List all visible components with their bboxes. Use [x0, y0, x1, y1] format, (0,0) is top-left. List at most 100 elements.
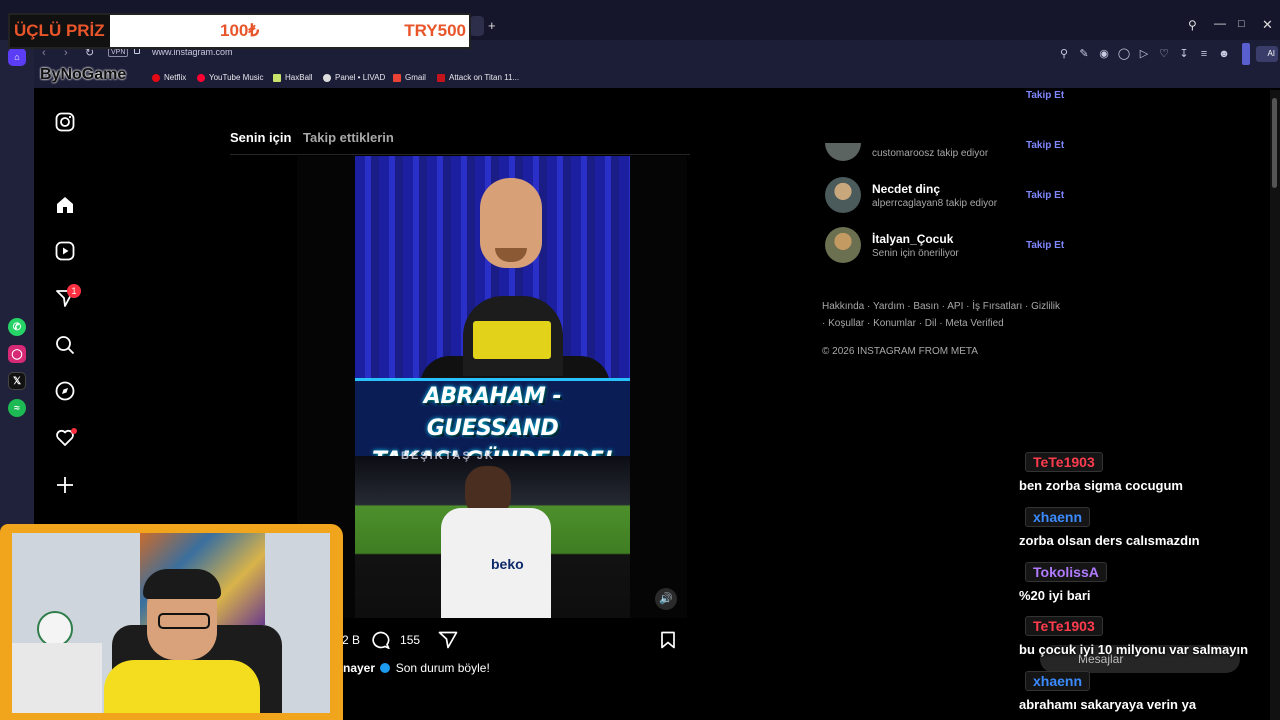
create-icon[interactable]	[54, 474, 76, 496]
bookmark-netflix[interactable]: Netflix	[152, 73, 186, 82]
bookmark-youtube-music[interactable]: YouTube Music	[197, 73, 264, 82]
edit-icon[interactable]: ✎	[1077, 47, 1091, 61]
notification-badge: 1	[67, 284, 81, 298]
shield-icon[interactable]: ◯	[1117, 47, 1131, 61]
mute-toggle-icon[interactable]: 🔊	[655, 588, 677, 610]
instagram-logo-icon[interactable]	[54, 111, 76, 133]
suggestion-item: Necdet dinç alperrcaglayan8 takip ediyor	[825, 177, 997, 213]
haxball-icon	[273, 73, 281, 82]
minimize-icon[interactable]: —	[1214, 16, 1226, 30]
close-window-icon[interactable]: ✕	[1262, 17, 1273, 33]
post-author[interactable]: nayer	[343, 661, 375, 675]
streamer-glasses	[158, 613, 210, 629]
verified-icon	[380, 663, 391, 673]
bookmark-haxball[interactable]: HaxBall	[273, 73, 313, 82]
post-caption: nayer Son durum böyle!	[343, 661, 490, 675]
new-tab-icon[interactable]: +	[488, 18, 496, 33]
suggestion-subtitle: Senin için öneriliyor	[872, 247, 959, 259]
chat-username[interactable]: xhaenn	[1025, 671, 1091, 691]
gmail-icon	[393, 73, 401, 82]
instagram-app-icon[interactable]: ◯	[8, 345, 26, 363]
home-icon[interactable]	[54, 194, 76, 216]
bookmark-attack-on-titan[interactable]: Attack on Titan 11...	[437, 73, 519, 82]
follow-button[interactable]: Takip Et	[1026, 240, 1064, 251]
video-frame: ABRAHAM - GUESSAND TAKASI GÜNDEMDE! BEŞİ…	[355, 156, 630, 618]
explore-icon[interactable]	[54, 380, 76, 402]
promo-banner: ÜÇLÜ PRİZ 100₺ TRY500	[8, 13, 471, 49]
chat-message: %20 iyi bari	[1019, 588, 1091, 603]
copyright: © 2026 INSTAGRAM FROM META	[822, 346, 978, 357]
scrollbar[interactable]	[1270, 90, 1280, 720]
search-icon[interactable]: ⚲	[1057, 47, 1071, 61]
divider	[230, 154, 690, 155]
promo-product: ÜÇLÜ PRİZ	[10, 15, 110, 47]
streamer-watermark: ByNoGame	[40, 66, 127, 83]
chat-message: abrahamı sakaryaya verin ya	[1019, 697, 1197, 712]
browser-search-icon[interactable]: ⚲	[1188, 18, 1197, 32]
share-icon[interactable]	[438, 631, 458, 649]
suggestion-item: İtalyan_Çocuk Senin için öneriliyor	[825, 227, 959, 263]
ai-button[interactable]: AI	[1256, 46, 1278, 62]
suggestion-avatar[interactable]	[825, 227, 861, 263]
video-caption-box: ABRAHAM - GUESSAND TAKASI GÜNDEMDE!	[355, 378, 630, 473]
webcam-feed	[12, 533, 330, 713]
promo-old-price: 100₺	[220, 21, 260, 40]
like-count[interactable]: 2 B	[342, 633, 360, 647]
chat-message: bu çocuk iyi 10 milyonu var salmayın	[1019, 642, 1249, 657]
chat-username[interactable]: TeTe1903	[1025, 452, 1103, 472]
tab-for-you[interactable]: Senin için	[230, 130, 291, 145]
shelf	[12, 643, 102, 713]
football	[37, 611, 73, 647]
vpn-badge[interactable]: VPN	[108, 48, 129, 57]
reels-icon[interactable]	[54, 240, 76, 262]
maximize-icon[interactable]: □	[1238, 18, 1245, 30]
play-icon[interactable]: ▷	[1137, 47, 1151, 61]
chat-username[interactable]: TeTe1903	[1025, 616, 1103, 636]
post-caption-text: Son durum böyle!	[395, 661, 490, 675]
footer-links[interactable]: Hakkında · Yardım · Basın · API · İş Fır…	[822, 298, 1062, 332]
chat-message: ben zorba sigma cocugum	[1019, 478, 1183, 493]
scrollbar-thumb[interactable]	[1272, 98, 1277, 188]
feed-tabs: Senin için Takip ettiklerin	[230, 130, 402, 145]
camera-icon[interactable]: ◉	[1097, 47, 1111, 61]
suggestion-subtitle: customaroosz takip ediyor	[872, 148, 989, 159]
search-nav-icon[interactable]	[54, 334, 76, 356]
profile-icon[interactable]: ☻	[1217, 47, 1231, 61]
bookmark-gmail[interactable]: Gmail	[393, 73, 426, 82]
notification-dot	[71, 428, 77, 434]
comment-icon[interactable]	[370, 631, 390, 649]
suggestion-subtitle: alperrcaglayan8 takip ediyor	[872, 197, 998, 209]
bookmark-panel-livad[interactable]: Panel • LIVAD	[323, 73, 385, 82]
spotify-icon[interactable]: ≈	[8, 399, 26, 417]
stadium-text: BEŞİKTAŞ JK	[401, 450, 495, 462]
suggestion-name[interactable]: İtalyan_Çocuk	[872, 232, 959, 246]
home-workspace-icon[interactable]: ⌂	[8, 48, 26, 66]
suggestion-avatar[interactable]	[825, 143, 861, 161]
aria-sidebar-handle[interactable]	[1242, 43, 1250, 65]
jersey-sponsor: beko	[491, 556, 524, 572]
comment-count[interactable]: 155	[400, 633, 420, 647]
netflix-icon	[152, 73, 160, 82]
whatsapp-icon[interactable]: ✆	[8, 318, 26, 336]
browser-tab[interactable]	[470, 16, 484, 36]
follow-button[interactable]: Takip Et	[1026, 140, 1064, 151]
x-app-icon[interactable]: 𝕏	[8, 372, 26, 390]
menu-icon[interactable]: ≡	[1197, 47, 1211, 61]
suggestion-name[interactable]: Necdet dinç	[872, 182, 997, 196]
video-caption-line1: ABRAHAM - GUESSAND	[423, 384, 562, 441]
heart-icon[interactable]: ♡	[1157, 47, 1171, 61]
attack-on-titan-icon	[437, 73, 445, 82]
chat-message: zorba olsan ders calısmazdın	[1019, 533, 1200, 548]
streamer-hoodie	[104, 660, 260, 713]
save-bookmark-icon[interactable]	[660, 631, 676, 654]
download-icon[interactable]: ↧	[1177, 47, 1191, 61]
chat-username[interactable]: TokolissA	[1025, 562, 1107, 582]
tab-following[interactable]: Takip ettiklerin	[303, 130, 394, 145]
chat-username[interactable]: xhaenn	[1025, 507, 1091, 527]
follow-button[interactable]: Takip Et	[1026, 190, 1064, 201]
promo-new-price: TRY500	[404, 21, 466, 40]
follow-button[interactable]: Takip Et	[1026, 90, 1064, 101]
suggestion-avatar[interactable]	[825, 177, 861, 213]
webcam-frame	[0, 524, 343, 720]
youtube-music-icon	[197, 73, 205, 82]
